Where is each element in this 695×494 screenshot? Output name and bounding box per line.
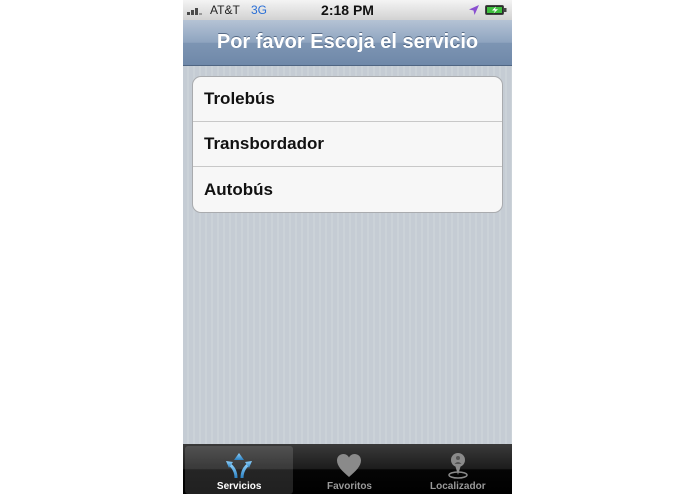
service-item-autobus[interactable]: Autobús (193, 167, 502, 212)
navigation-bar: Por favor Escoja el servicio (183, 20, 512, 66)
heart-icon (337, 454, 362, 477)
tab-label: Favoritos (326, 481, 372, 492)
status-bar: AT&T 3G 2:18 PM (183, 0, 512, 20)
tab-label: Localizador (430, 481, 486, 492)
page-title: Por favor Escoja el servicio (216, 31, 479, 53)
tab-favoritos[interactable]: Favoritos (295, 444, 403, 494)
tab-servicios[interactable]: Servicios (185, 446, 294, 494)
services-list: Trolebús Transbordador Autobús (192, 76, 503, 213)
location-pin-person-icon (448, 453, 468, 479)
tab-bar: Servicios Favoritos Localizador (183, 444, 512, 494)
service-item-trolebus[interactable]: Trolebús (193, 77, 502, 122)
services-arrows-icon (226, 453, 253, 479)
location-arrow-icon (469, 5, 479, 15)
tab-localizador[interactable]: Localizador (404, 444, 512, 494)
tab-label: Servicios (216, 481, 262, 492)
phone-screen: AT&T 3G 2:18 PM Por favor Escoja el serv… (183, 0, 512, 494)
battery-charging-icon (485, 5, 507, 15)
service-item-transbordador[interactable]: Transbordador (193, 122, 502, 167)
status-time: 2:18 PM (321, 2, 374, 18)
